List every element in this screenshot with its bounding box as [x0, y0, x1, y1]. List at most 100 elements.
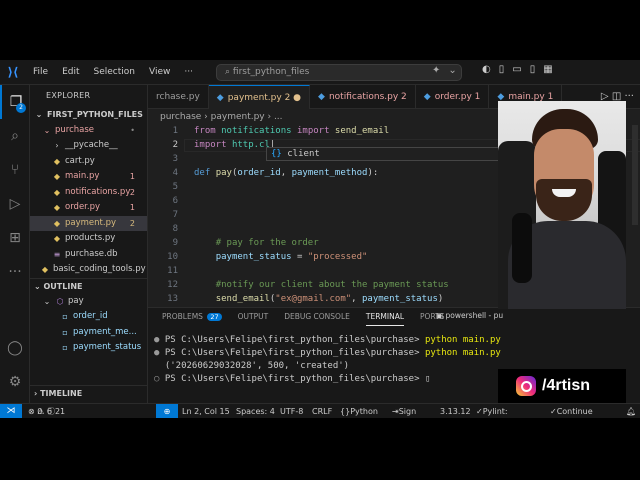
- toggle-panel-icon[interactable]: ▭: [512, 64, 521, 75]
- line-ending[interactable]: CRLF: [312, 404, 332, 418]
- explorer-icon[interactable]: ❐ 2: [0, 85, 30, 119]
- toggle-sidebar-icon[interactable]: ▯: [499, 64, 505, 75]
- file-basic-coding-tools[interactable]: ◆ basic_coding_tools.py: [30, 262, 147, 278]
- file-products[interactable]: ◆ products.py: [30, 231, 147, 247]
- chevron-down-icon: ⌄: [35, 110, 43, 119]
- suggestion-label: client: [287, 149, 320, 159]
- outline-item-pay[interactable]: ⌄ ⬡ pay: [30, 294, 147, 310]
- continue-label: Continue (NE): [556, 407, 593, 416]
- chevron-down-icon[interactable]: ⌄: [448, 65, 456, 76]
- toggle-secondary-sidebar-icon[interactable]: ▯: [530, 64, 536, 75]
- line-number: 2: [172, 140, 178, 150]
- panel-tabs: PROBLEMS 27 OUTPUT DEBUG CONSOLE TERMINA…: [148, 308, 640, 326]
- python-file-icon: ◆: [318, 92, 325, 102]
- menu-view[interactable]: View: [142, 67, 177, 77]
- python-version[interactable]: 3.13.12: [440, 404, 471, 418]
- tab-order[interactable]: ◆ order.py 1: [416, 85, 490, 109]
- file-purchase-db[interactable]: ≡ purchase.db: [30, 247, 147, 263]
- terminal-result: ('20260629032028', 500, 'created'): [164, 361, 350, 371]
- explorer-badge: 2: [16, 103, 26, 113]
- editor-scrollbar[interactable]: [632, 125, 638, 225]
- remote-icon[interactable]: ⋊: [0, 404, 22, 418]
- vscode-window: ⟩⟨ File Edit Selection View ··· ← → ⌕ fi…: [0, 60, 640, 418]
- pylint-status[interactable]: ✓ Pylint: 0.00/10: [476, 404, 508, 418]
- file-cart[interactable]: ◆ cart.py: [30, 154, 147, 170]
- run-debug-icon[interactable]: ▷: [0, 187, 30, 221]
- problem-count: 2: [129, 187, 135, 197]
- problem-count: 1: [129, 172, 135, 181]
- tab-purchase[interactable]: rchase.py: [148, 85, 209, 109]
- tab-terminal[interactable]: TERMINAL: [365, 308, 405, 326]
- encoding[interactable]: UTF-8: [280, 404, 303, 418]
- timeline-section[interactable]: › TIMELINE: [30, 385, 147, 401]
- file-notifications[interactable]: ◆ notifications.py 2: [30, 185, 147, 201]
- line-number: 10: [167, 252, 178, 262]
- title-actions: ✦ ⌄: [432, 65, 457, 76]
- search-icon[interactable]: ⌕: [0, 119, 30, 153]
- file-label: products.py: [65, 233, 116, 243]
- folder-label: __pycache__: [65, 140, 118, 150]
- problems-indicator[interactable]: ⊗ 0 ⚠ 6 ⓘ 21: [28, 404, 65, 418]
- terminal-output[interactable]: ● PS C:\Users\Felipe\first_python_files\…: [154, 334, 501, 386]
- tab-status: 2: [401, 92, 407, 102]
- tab-output[interactable]: OUTPUT: [238, 308, 269, 326]
- terminal-line: ● PS C:\Users\Felipe\first_python_files\…: [154, 348, 501, 358]
- microphone: [512, 213, 532, 283]
- workspace-root[interactable]: ⌄ FIRST_PYTHON_FILES: [30, 107, 147, 123]
- problem-count: 2: [129, 218, 135, 228]
- python-file-icon: ◆: [53, 234, 61, 243]
- file-label: main.py: [65, 171, 100, 181]
- file-status: •: [130, 125, 135, 135]
- outline-title: OUTLINE: [43, 281, 83, 291]
- tab-notifications[interactable]: ◆ notifications.py 2: [310, 85, 416, 109]
- tab-label: PROBLEMS: [162, 312, 203, 321]
- outline-item-payment-method[interactable]: ▫ payment_me...: [30, 325, 147, 341]
- outline-label: order_id: [73, 311, 108, 321]
- file-payment[interactable]: ◆ payment.py 2: [30, 215, 147, 231]
- file-order[interactable]: ◆ order.py 1: [30, 200, 147, 216]
- outline-section[interactable]: ⌄ OUTLINE: [30, 277, 147, 294]
- accounts-circle-icon[interactable]: ◐: [482, 64, 491, 75]
- folder-pycache[interactable]: › __pycache__: [30, 138, 147, 154]
- continue-status[interactable]: ✓ Continue (NE): [550, 404, 593, 418]
- line-number: 3: [172, 154, 178, 164]
- chevron-right-icon: ›: [55, 141, 59, 150]
- more-icon[interactable]: ···: [0, 255, 30, 289]
- customize-layout-icon[interactable]: ▦: [543, 64, 552, 75]
- cursor-position[interactable]: Ln 2, Col 15: [182, 404, 230, 418]
- person-beard: [536, 179, 592, 221]
- menu-more[interactable]: ···: [177, 67, 200, 77]
- menu-edit[interactable]: Edit: [55, 67, 86, 77]
- tab-payment[interactable]: ◆ payment.py 2 ●: [208, 85, 311, 109]
- menu-selection[interactable]: Selection: [87, 67, 142, 77]
- line-number: 7: [172, 210, 178, 220]
- indentation[interactable]: Spaces: 4: [236, 404, 275, 418]
- error-count: 0: [37, 407, 43, 416]
- outline-item-payment-status[interactable]: ▫ payment_status: [30, 340, 147, 356]
- terminal-shell-selector[interactable]: ▣ powershell - pu: [436, 311, 503, 320]
- tab-problems[interactable]: PROBLEMS 27: [162, 308, 222, 326]
- source-control-icon[interactable]: ⑂: [0, 153, 30, 187]
- command-center-label: first_python_files: [232, 67, 310, 77]
- file-main[interactable]: ◆ main.py 1: [30, 169, 147, 185]
- command-center-search[interactable]: ⌕ first_python_files: [216, 64, 462, 81]
- explorer-title: EXPLORER: [46, 91, 91, 100]
- extensions-icon[interactable]: ⊞: [0, 221, 30, 255]
- code-line-9: # pay for the order: [215, 238, 319, 248]
- notifications-bell-icon[interactable]: 🔔︎: [626, 404, 636, 418]
- copilot-icon[interactable]: ✦: [432, 65, 440, 76]
- autocomplete-suggestion[interactable]: {} client: [266, 147, 516, 161]
- menu-file[interactable]: File: [26, 67, 55, 77]
- zoom-icon[interactable]: ⊕: [156, 404, 178, 418]
- instagram-handle-overlay: /4rtisn: [498, 369, 626, 403]
- line-number: 13: [167, 294, 178, 304]
- settings-gear-icon[interactable]: ⚙: [0, 365, 30, 399]
- function-icon: ⬡: [56, 296, 64, 306]
- folder-purchase[interactable]: ⌄ purchase •: [30, 123, 147, 139]
- tab-debug-console[interactable]: DEBUG CONSOLE: [284, 308, 350, 326]
- account-icon[interactable]: ◯: [0, 331, 30, 365]
- problems-badge: 27: [207, 313, 222, 321]
- language-mode[interactable]: {} Python: [340, 404, 378, 418]
- outline-item-order-id[interactable]: ▫ order_id: [30, 309, 147, 325]
- sign-in[interactable]: ⇥ Sign In: [392, 404, 416, 418]
